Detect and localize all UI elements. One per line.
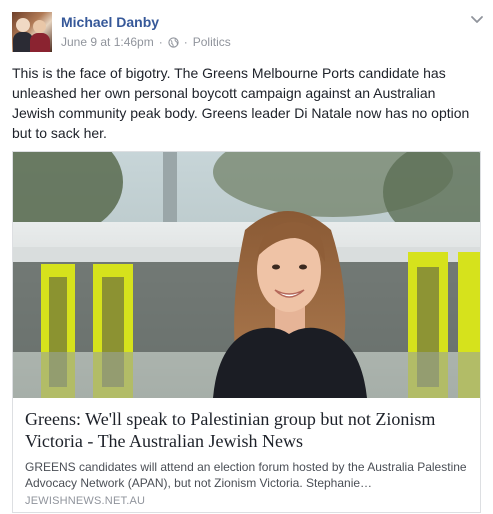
meta-separator: · xyxy=(158,35,163,49)
author-name[interactable]: Michael Danby xyxy=(61,14,159,30)
facebook-post: Michael Danby June 9 at 1:46pm · · Polit… xyxy=(0,0,493,514)
link-description: GREENS candidates will attend an electio… xyxy=(25,460,467,490)
post-text: This is the face of bigotry. The Greens … xyxy=(12,65,470,141)
link-preview-card[interactable]: Greens: We'll speak to Palestinian group… xyxy=(12,151,481,513)
link-domain: JEWISHNEWS.NET.AU xyxy=(25,495,146,507)
post-category[interactable]: Politics xyxy=(193,35,231,49)
meta-separator-2: · xyxy=(183,35,188,49)
post-meta: June 9 at 1:46pm · · Politics xyxy=(61,35,231,49)
link-title[interactable]: Greens: We'll speak to Palestinian group… xyxy=(25,408,470,452)
chevron-down-icon[interactable] xyxy=(470,12,484,26)
globe-icon[interactable] xyxy=(168,36,179,48)
avatar[interactable] xyxy=(12,12,52,52)
post-timestamp[interactable]: June 9 at 1:46pm xyxy=(61,35,154,49)
link-preview-image[interactable] xyxy=(13,152,480,398)
